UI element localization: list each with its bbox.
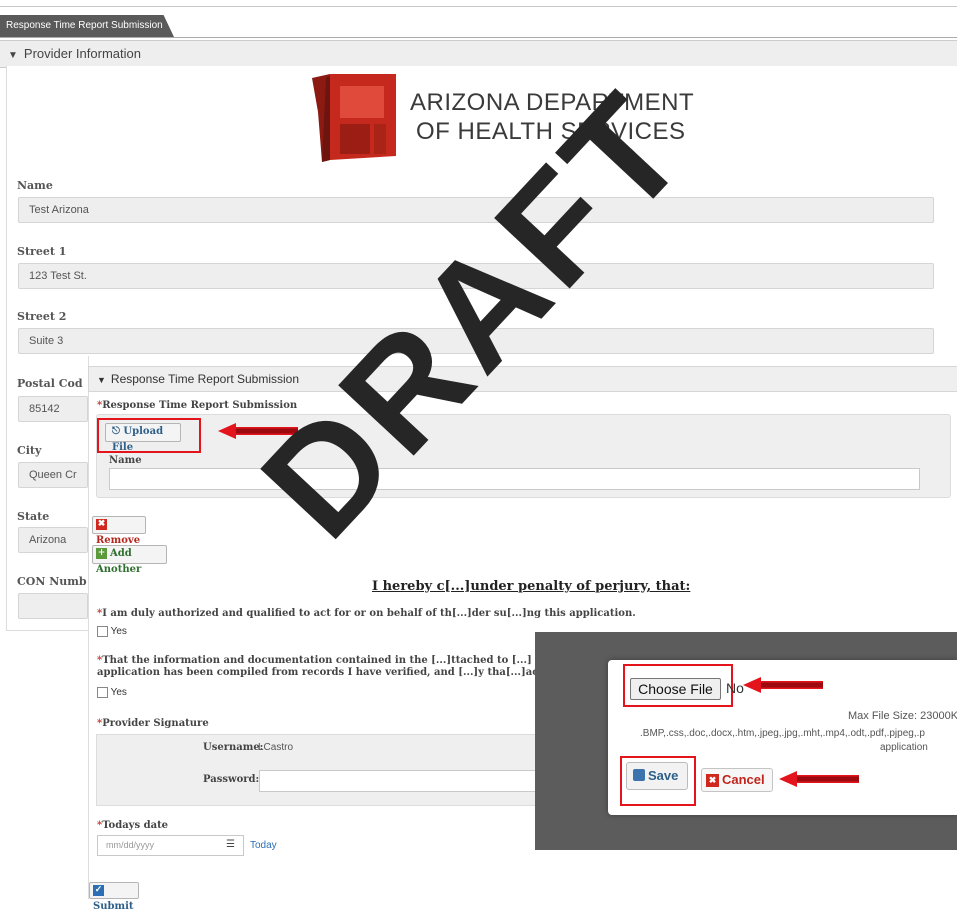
certify-heading: I hereby c[...]under penalty of perjury,… xyxy=(372,579,691,594)
state-label: State xyxy=(17,510,50,523)
no-file-text: No xyxy=(726,680,744,696)
chevron-down-icon: ▼ xyxy=(97,375,106,385)
provider-section-header[interactable]: ▼ Provider Information xyxy=(0,40,957,68)
name-sub-label: Name xyxy=(109,455,142,466)
remove-button[interactable]: ✖Remove xyxy=(92,516,146,546)
today-link[interactable]: Today xyxy=(250,840,277,851)
tab-underline xyxy=(0,37,957,38)
file-types-line-2: application xyxy=(880,742,928,753)
statement-1: *I am duly authorized and qualified to a… xyxy=(97,608,636,619)
postal-field[interactable]: 85142 xyxy=(18,396,88,422)
close-icon: ✖ xyxy=(706,774,719,787)
street2-label: Street 2 xyxy=(17,310,67,323)
tab-response-time-report[interactable]: Response Time Report Submission xyxy=(0,15,174,37)
check-icon: ✓ xyxy=(93,885,104,896)
todays-date-label: *Todays date xyxy=(97,820,169,831)
statement-1-yes[interactable]: Yes xyxy=(97,626,127,637)
cancel-button[interactable]: ✖ Cancel xyxy=(701,768,773,792)
username-label: Username: xyxy=(203,742,264,753)
checkbox[interactable] xyxy=(97,687,108,698)
response-time-section-title: Response Time Report Submission xyxy=(110,372,300,386)
con-field[interactable] xyxy=(18,593,88,619)
password-label: Password: xyxy=(203,774,260,785)
statement-2-yes[interactable]: Yes xyxy=(97,687,127,698)
upload-name-input[interactable] xyxy=(109,468,920,490)
save-icon xyxy=(633,769,645,781)
upload-icon: ⎋ xyxy=(112,426,120,437)
add-icon: + xyxy=(96,548,107,559)
checkbox[interactable] xyxy=(97,626,108,637)
max-file-size: Max File Size: 23000K xyxy=(848,710,957,722)
street1-label: Street 1 xyxy=(17,245,67,258)
file-types-line-1: .BMP,.css,.doc,.docx,.htm,.jpeg,.jpg,.mh… xyxy=(640,728,925,739)
city-label: City xyxy=(17,444,42,457)
calendar-icon[interactable]: ☰ xyxy=(226,839,236,850)
choose-file-button[interactable]: Choose File xyxy=(630,678,721,700)
con-label: CON Numb xyxy=(17,575,87,588)
top-divider xyxy=(0,6,957,7)
red-arrow-choose-icon xyxy=(743,677,823,693)
date-input[interactable]: mm/dd/yyyy xyxy=(97,835,244,856)
signature-label: *Provider Signature xyxy=(97,718,209,729)
password-input[interactable] xyxy=(259,770,536,792)
submit-button[interactable]: ✓Submit xyxy=(89,882,139,912)
name-label: Name xyxy=(17,179,53,192)
save-button[interactable]: Save xyxy=(626,762,688,790)
add-another-button[interactable]: + Add Another xyxy=(92,545,167,575)
provider-section-title: Provider Information xyxy=(23,46,141,61)
username-value: LCastro xyxy=(258,742,294,753)
red-arrow-cancel-icon xyxy=(779,771,859,787)
city-field[interactable]: Queen Cr xyxy=(18,462,88,488)
postal-label: Postal Cod xyxy=(17,377,83,390)
adhs-logo-icon xyxy=(312,74,396,162)
remove-icon: ✖ xyxy=(96,519,107,530)
state-field[interactable]: Arizona xyxy=(18,527,88,553)
upload-file-button[interactable]: ⎋ Upload File xyxy=(105,423,181,453)
upload-label: *Response Time Report Submission xyxy=(97,400,298,411)
